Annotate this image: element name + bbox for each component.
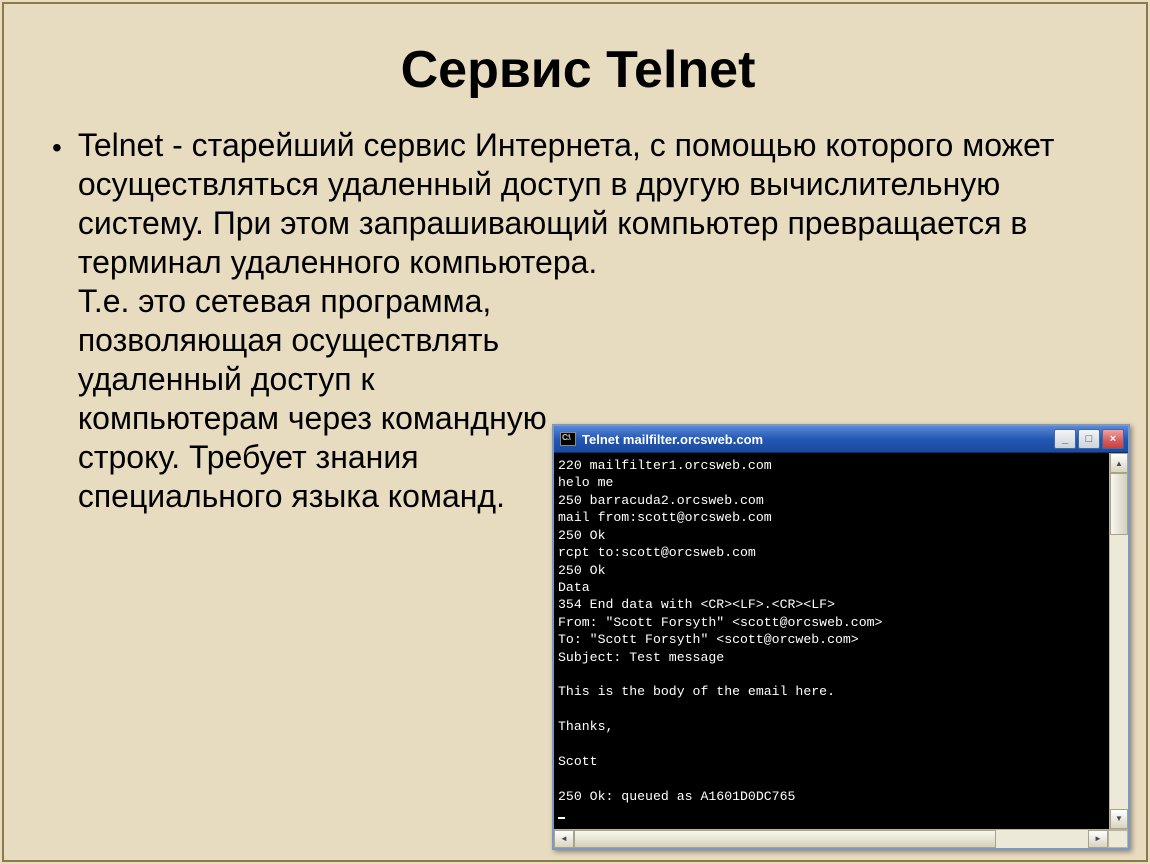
scroll-right-button[interactable]: ► xyxy=(1088,830,1108,848)
scrollbar-corner xyxy=(1108,830,1128,848)
scroll-left-button[interactable]: ◄ xyxy=(554,830,574,848)
window-client-area: 220 mailfilter1.orcsweb.com helo me 250 … xyxy=(554,453,1128,829)
paragraph-2: Т.е. это сетевая программа, позволяющая … xyxy=(78,282,568,516)
cmd-icon xyxy=(560,432,576,446)
paragraph-1: Telnet - старейший сервис Интернета, с п… xyxy=(78,126,1104,282)
window-title: Telnet mailfilter.orcsweb.com xyxy=(582,432,1052,447)
slide-title: Сервис Telnet xyxy=(52,40,1104,100)
window-titlebar[interactable]: Telnet mailfilter.orcsweb.com _ □ × xyxy=(554,426,1128,453)
vertical-scrollbar[interactable]: ▲ ▼ xyxy=(1109,453,1128,829)
terminal-output[interactable]: 220 mailfilter1.orcsweb.com helo me 250 … xyxy=(554,453,1109,829)
scroll-thumb-h[interactable] xyxy=(574,830,996,848)
scroll-up-button[interactable]: ▲ xyxy=(1110,453,1128,473)
close-button[interactable]: × xyxy=(1102,429,1124,449)
bullet-icon: • xyxy=(52,130,62,166)
scroll-track-h[interactable] xyxy=(996,830,1088,848)
scroll-down-button[interactable]: ▼ xyxy=(1110,809,1128,829)
window-buttons: _ □ × xyxy=(1052,429,1124,449)
telnet-window: Telnet mailfilter.orcsweb.com _ □ × 220 … xyxy=(552,424,1130,850)
scroll-track-v[interactable] xyxy=(1110,535,1128,809)
maximize-button[interactable]: □ xyxy=(1078,429,1100,449)
slide: Сервис Telnet • Telnet - старейший серви… xyxy=(2,2,1148,862)
horizontal-scrollbar[interactable]: ◄ ► xyxy=(554,829,1128,848)
scroll-thumb-v[interactable] xyxy=(1110,473,1128,535)
minimize-button[interactable]: _ xyxy=(1054,429,1076,449)
